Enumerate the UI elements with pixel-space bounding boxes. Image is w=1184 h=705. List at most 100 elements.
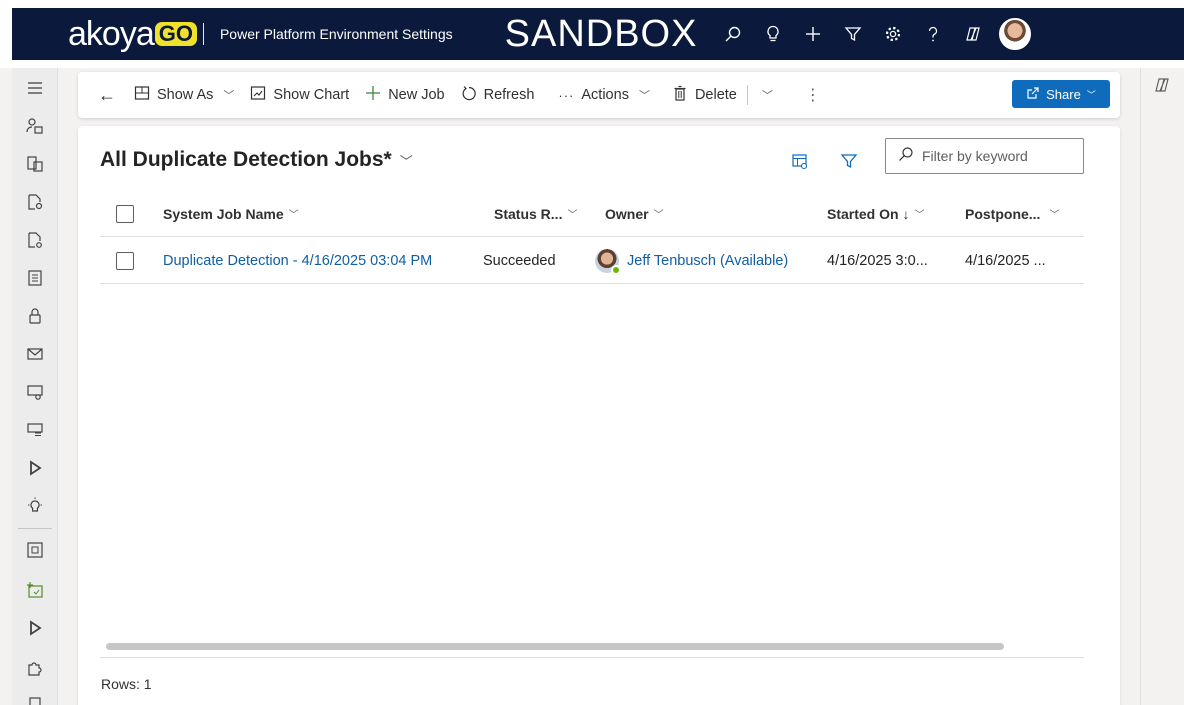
refresh-button[interactable]: Refresh [453, 72, 543, 118]
table-plus-icon[interactable] [12, 575, 58, 605]
document-settings-icon[interactable] [12, 187, 58, 217]
started-on-cell: 4/16/2025 3:0... [827, 237, 928, 284]
actions-button[interactable]: ··· Actions ﹀ [550, 72, 658, 118]
top-banner: akoya GO Power Platform Environment Sett… [0, 0, 1184, 68]
show-as-button[interactable]: Show As ﹀ [126, 72, 242, 118]
delete-dropdown-button[interactable]: ﹀ [750, 72, 781, 118]
filter-by-keyword [885, 138, 1084, 174]
command-divider [746, 85, 748, 105]
chevron-down-icon: ﹀ [1086, 89, 1096, 100]
command-bar: ← Show As ﹀ Show Chart New Job Refresh ·… [78, 72, 1120, 118]
chevron-down-icon: ﹀ [1049, 210, 1060, 221]
app-header: akoya GO Power Platform Environment Sett… [12, 8, 1184, 60]
chevron-down-icon: ﹀ [567, 210, 578, 221]
view-panel: All Duplicate Detection Jobs* ﹀ System J… [78, 126, 1120, 705]
puzzle-frame-icon[interactable] [12, 535, 58, 565]
brand-logo[interactable]: akoya GO [68, 15, 197, 54]
play-icon[interactable] [12, 453, 58, 483]
entity-icon[interactable] [12, 149, 58, 179]
refresh-label: Refresh [483, 87, 535, 103]
plus-icon[interactable] [793, 14, 833, 54]
site-map-rail [12, 68, 58, 705]
help-icon[interactable] [913, 14, 953, 54]
share-button[interactable]: Share ﹀ [1012, 80, 1110, 108]
footer-divider [100, 657, 1084, 658]
chevron-down-icon: ﹀ [914, 210, 925, 221]
owner-link[interactable]: Jeff Tenbusch (Available) [627, 253, 788, 269]
column-header-owner[interactable]: Owner ﹀ [605, 190, 664, 237]
more-vertical-icon: ⋮ [804, 87, 821, 104]
screen-settings-icon[interactable] [12, 377, 58, 407]
search-icon[interactable] [713, 14, 753, 54]
delete-label: Delete [694, 87, 737, 103]
new-job-button[interactable]: New Job [357, 72, 452, 118]
checkbox[interactable] [116, 204, 134, 223]
actions-label: Actions [581, 87, 629, 103]
job-name-cell[interactable]: Duplicate Detection - 4/16/2025 03:04 PM [163, 237, 432, 284]
lock-icon[interactable] [12, 301, 58, 331]
share-label: Share [1046, 86, 1081, 102]
back-button[interactable]: ← [88, 72, 126, 118]
checkbox[interactable] [116, 251, 134, 270]
jobs-grid: System Job Name ﹀ Status R... ﹀ Owner ﹀ Sta… [100, 190, 1084, 284]
column-header-status-reason[interactable]: Status R... ﹀ [494, 190, 577, 237]
user-lock-icon[interactable] [12, 111, 58, 141]
copilot-icon[interactable] [1153, 76, 1171, 99]
edit-columns-icon[interactable] [786, 148, 814, 174]
column-label: Started On ↓ [827, 205, 910, 222]
table-row[interactable]: Duplicate Detection - 4/16/2025 03:04 PM… [100, 237, 1084, 284]
filter-icon[interactable] [833, 14, 873, 54]
column-header-system-job-name[interactable]: System Job Name ﹀ [163, 190, 299, 237]
grid-header-row: System Job Name ﹀ Status R... ﹀ Owner ﹀ Sta… [100, 190, 1084, 237]
gear-icon[interactable] [873, 14, 913, 54]
rail-divider [18, 528, 52, 529]
column-header-postponed[interactable]: Postpone... ﹀ [965, 190, 1059, 237]
chevron-down-icon: ﹀ [399, 153, 413, 169]
job-name-link[interactable]: Duplicate Detection - 4/16/2025 03:04 PM [163, 253, 432, 269]
box-icon[interactable] [12, 688, 58, 705]
postponed-text: 4/16/2025 ... [965, 252, 1046, 269]
lightbulb-icon[interactable] [753, 14, 793, 54]
file-settings-icon[interactable] [12, 225, 58, 255]
column-label: Status R... [494, 205, 563, 222]
column-header-started-on[interactable]: Started On ↓ ﹀ [827, 190, 924, 237]
search-input[interactable] [922, 148, 1072, 164]
rows-count: Rows: 1 [101, 676, 152, 692]
search-icon [898, 146, 914, 166]
show-chart-button[interactable]: Show Chart [242, 72, 357, 118]
chevron-down-icon: ﹀ [223, 90, 235, 102]
select-all-checkbox[interactable] [116, 190, 134, 237]
app-title[interactable]: Power Platform Environment Settings [220, 26, 453, 42]
row-checkbox[interactable] [116, 237, 134, 284]
view-selector[interactable]: All Duplicate Detection Jobs* ﹀ [100, 148, 413, 172]
list-icon[interactable] [12, 263, 58, 293]
new-job-label: New Job [388, 87, 445, 103]
show-chart-label: Show Chart [273, 87, 350, 103]
delete-button[interactable]: Delete [664, 72, 745, 118]
play-icon[interactable] [12, 613, 58, 643]
show-as-label: Show As [157, 87, 214, 103]
layout-icon [134, 85, 150, 106]
menu-icon[interactable] [12, 73, 58, 103]
owner-cell[interactable]: Jeff Tenbusch (Available) [595, 237, 788, 284]
monitor-list-icon[interactable] [12, 415, 58, 445]
user-avatar[interactable] [999, 18, 1032, 50]
lightbulb-icon[interactable] [12, 491, 58, 521]
refresh-icon [461, 85, 477, 106]
mail-icon[interactable] [12, 339, 58, 369]
plus-icon [365, 85, 381, 106]
back-arrow-icon: ← [98, 84, 116, 105]
copilot-icon[interactable] [953, 14, 993, 54]
environment-label: SANDBOX [504, 12, 698, 55]
brand-accent: GO [154, 22, 197, 46]
side-pane-rail [1140, 68, 1184, 705]
status-cell: Succeeded [483, 237, 556, 284]
share-icon [1026, 86, 1040, 103]
horizontal-scrollbar[interactable] [106, 643, 1004, 650]
avatar [595, 248, 621, 275]
more-commands-button[interactable]: ⋮ [797, 72, 829, 118]
postponed-cell: 4/16/2025 ... [965, 237, 1046, 284]
filter-icon[interactable] [835, 148, 863, 174]
chevron-down-icon: ﹀ [288, 210, 299, 221]
puzzle-icon[interactable] [12, 653, 58, 683]
